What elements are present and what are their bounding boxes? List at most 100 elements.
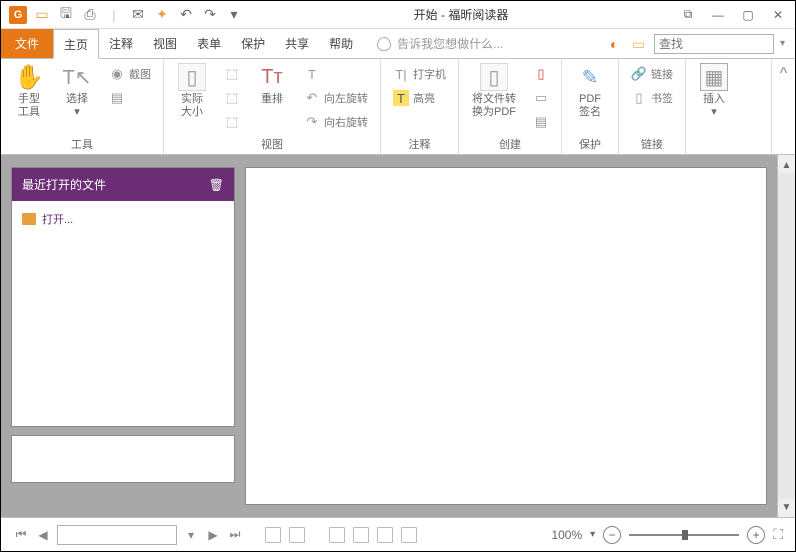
- tab-help[interactable]: 帮助: [319, 29, 363, 58]
- convert-to-pdf-button[interactable]: ▯ 将文件转 换为PDF: [467, 63, 521, 119]
- facing-icon[interactable]: [329, 527, 345, 543]
- text-viewer-button[interactable]: T: [300, 63, 372, 85]
- search-dropdown-icon[interactable]: ▾: [780, 38, 785, 49]
- ribbon-options-icon[interactable]: ⧉: [679, 6, 697, 24]
- link-button[interactable]: 🔗链接: [627, 63, 677, 85]
- page-icon: ▯: [178, 63, 206, 91]
- next-page-button[interactable]: ▶: [205, 527, 221, 543]
- document-viewport[interactable]: [245, 167, 767, 505]
- minimize-button[interactable]: —: [709, 6, 727, 24]
- insert-button[interactable]: ▦ 插入▾: [694, 63, 734, 119]
- zoom-slider-thumb[interactable]: [682, 530, 688, 540]
- auto-scroll-icon[interactable]: [401, 527, 417, 543]
- recent-files-header: 最近打开的文件 🗑: [12, 168, 234, 201]
- tab-protect[interactable]: 保护: [231, 29, 275, 58]
- ribbon-group-protect: ✎ PDF 签名 保护: [562, 59, 619, 154]
- reflow-button[interactable]: Tᴛ 重排: [252, 63, 292, 106]
- scroll-track[interactable]: [778, 173, 795, 499]
- snapshot-button[interactable]: ◉ 截图: [105, 63, 155, 85]
- fit-page-button[interactable]: ⬚: [220, 63, 244, 85]
- page-dropdown-icon[interactable]: ▾: [183, 527, 199, 543]
- search-folder-icon[interactable]: ▭: [632, 36, 648, 52]
- maximize-button[interactable]: ▢: [739, 6, 757, 24]
- tab-form[interactable]: 表单: [187, 29, 231, 58]
- recent-files-panel: 最近打开的文件 🗑 打开...: [11, 167, 235, 427]
- group-label-create: 创建: [499, 136, 521, 152]
- zoom-out-button[interactable]: −: [603, 526, 621, 544]
- group-label-links: 链接: [641, 136, 663, 152]
- ribbon-group-comment: T|打字机 T高亮 注释: [381, 59, 459, 154]
- fullscreen-icon[interactable]: ⛶: [773, 526, 783, 543]
- recent-files-title: 最近打开的文件: [22, 176, 106, 193]
- open-folder-icon[interactable]: ▭: [33, 6, 51, 24]
- last-page-button[interactable]: ⏭: [227, 527, 243, 543]
- signature-icon: ✎: [576, 63, 604, 91]
- sidebar: 最近打开的文件 🗑 打开...: [1, 155, 245, 517]
- clipboard-button[interactable]: ▤: [105, 87, 155, 109]
- save-icon[interactable]: 🖫: [57, 6, 75, 24]
- fit-width-icon: ⬚: [224, 90, 240, 106]
- hand-tool-button[interactable]: ✋ 手型 工具: [9, 63, 49, 119]
- page-number-input[interactable]: [57, 525, 177, 545]
- search-area: ◐ ▭ ▾: [610, 29, 795, 58]
- fit-visible-button[interactable]: ⬚: [220, 111, 244, 133]
- rotate-right-icon: ↷: [304, 114, 320, 130]
- prev-page-button[interactable]: ◀: [35, 527, 51, 543]
- content-area: 最近打开的文件 🗑 打开... ▲ ▼: [1, 155, 795, 517]
- bookmark-button[interactable]: ▯书签: [627, 87, 677, 109]
- fit-page-icon: ⬚: [224, 66, 240, 82]
- close-button[interactable]: ✕: [769, 6, 787, 24]
- qat-dropdown-icon[interactable]: ▾: [225, 6, 243, 24]
- select-tool-button[interactable]: T↖ 选择▾: [57, 63, 97, 119]
- hand-icon: ✋: [15, 63, 43, 91]
- zoom-dropdown-icon[interactable]: ▾: [590, 529, 595, 540]
- open-file-label: 打开...: [42, 211, 73, 227]
- separate-cover-icon[interactable]: [377, 527, 393, 543]
- scroll-up-icon[interactable]: ▲: [782, 157, 792, 173]
- zoom-slider[interactable]: [629, 534, 739, 536]
- actual-size-button[interactable]: ▯ 实际 大小: [172, 63, 212, 119]
- open-file-link[interactable]: 打开...: [22, 211, 224, 227]
- star-icon[interactable]: ✦: [153, 6, 171, 24]
- rotate-right-button[interactable]: ↷向右旋转: [300, 111, 372, 133]
- rotate-left-button[interactable]: ↶向左旋转: [300, 87, 372, 109]
- tab-home[interactable]: 主页: [53, 29, 99, 59]
- tab-view[interactable]: 视图: [143, 29, 187, 58]
- print-icon[interactable]: ⎙: [81, 6, 99, 24]
- typewriter-button[interactable]: T|打字机: [389, 63, 450, 85]
- single-page-icon[interactable]: [265, 527, 281, 543]
- continuous-facing-icon[interactable]: [353, 527, 369, 543]
- collapse-ribbon-button[interactable]: ^: [771, 59, 795, 154]
- scroll-down-icon[interactable]: ▼: [782, 499, 792, 515]
- blank-pdf-button[interactable]: ▯: [529, 63, 553, 85]
- ribbon-group-create: ▯ 将文件转 换为PDF ▯ ▭ ▤ 创建: [459, 59, 562, 154]
- from-clipboard-button[interactable]: ▤: [529, 111, 553, 133]
- from-scanner-button[interactable]: ▭: [529, 87, 553, 109]
- tab-comment[interactable]: 注释: [99, 29, 143, 58]
- highlight-button[interactable]: T高亮: [389, 87, 450, 109]
- group-label-comment: 注释: [409, 136, 431, 152]
- search-input[interactable]: [654, 34, 774, 54]
- fit-width-button[interactable]: ⬚: [220, 87, 244, 109]
- file-tab[interactable]: 文件: [1, 29, 53, 58]
- email-icon[interactable]: ✉: [129, 6, 147, 24]
- link-icon: 🔗: [631, 66, 647, 82]
- zoom-in-button[interactable]: +: [747, 526, 765, 544]
- vertical-scrollbar[interactable]: ▲ ▼: [777, 155, 795, 517]
- tab-share[interactable]: 共享: [275, 29, 319, 58]
- trash-icon[interactable]: 🗑: [209, 178, 224, 192]
- lightbulb-icon: [377, 37, 391, 51]
- first-page-button[interactable]: ⏮: [13, 527, 29, 543]
- sidebar-secondary-panel: [11, 435, 235, 483]
- continuous-page-icon[interactable]: [289, 527, 305, 543]
- pdf-sign-button[interactable]: ✎ PDF 签名: [570, 63, 610, 119]
- blank-page-icon: ▯: [533, 66, 549, 82]
- tell-me-box[interactable]: 告诉我您想做什么...: [377, 29, 503, 58]
- title-bar: G ▭ 🖫 ⎙ | ✉ ✦ ↶ ↷ ▾ 开始 - 福昕阅读器 ⧉ — ▢ ✕: [1, 1, 795, 29]
- status-bar: ⏮ ◀ ▾ ▶ ⏭ 100% ▾ − + ⛶: [1, 517, 795, 551]
- group-label-view: 视图: [261, 136, 283, 152]
- redo-icon[interactable]: ↷: [201, 6, 219, 24]
- undo-icon[interactable]: ↶: [177, 6, 195, 24]
- insert-media-icon: ▦: [700, 63, 728, 91]
- favorite-icon[interactable]: ◐: [610, 36, 626, 52]
